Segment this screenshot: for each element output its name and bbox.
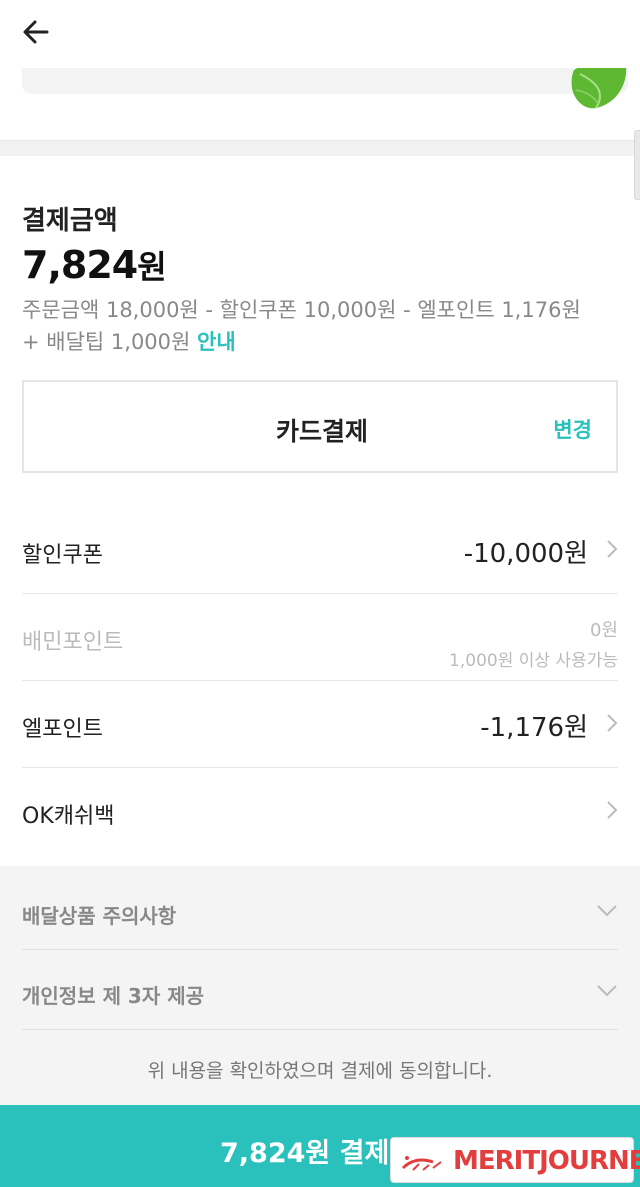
back-button[interactable]: [18, 14, 54, 50]
scrollbar[interactable]: [634, 130, 640, 200]
chevron-right-icon: [607, 714, 618, 732]
top-bar: [0, 0, 640, 68]
row-label: 할인쿠폰: [22, 543, 103, 568]
notice-delivery-caution[interactable]: 배달상품 주의사항: [22, 870, 618, 950]
notice-privacy-third-party[interactable]: 개인정보 제 3자 제공: [22, 950, 618, 1030]
row-label: OK캐쉬백: [22, 804, 115, 829]
section-divider: [0, 140, 640, 156]
payment-amount: 7,824원: [22, 242, 167, 288]
change-method-button[interactable]: 변경: [553, 414, 592, 444]
agreement-text: 위 내용을 확인하였으며 결제에 동의합니다.: [147, 1060, 493, 1082]
notice-label: 배달상품 주의사항: [22, 904, 177, 928]
chevron-right-icon: [607, 801, 618, 819]
payment-amount-value: 7,824: [22, 243, 138, 287]
notice-label: 개인정보 제 3자 제공: [22, 984, 205, 1008]
row-baemin-point: 배민포인트 0원 1,000원 이상 사용가능: [22, 594, 618, 681]
watermark: MERITJOURNEY: [390, 1137, 640, 1183]
payment-amount-title: 결제금액: [22, 206, 118, 236]
chevron-down-icon: [597, 905, 617, 917]
chevron-down-icon: [597, 985, 617, 997]
payment-breakdown-text: 주문금액 18,000원 - 할인쿠폰 10,000원 - 엘포인트 1,176…: [22, 298, 581, 354]
notices-section: 배달상품 주의사항 개인정보 제 3자 제공 위 내용을 확인하였으며 결제에 …: [0, 866, 640, 1106]
row-label: 엘포인트: [22, 717, 103, 742]
payment-breakdown: 주문금액 18,000원 - 할인쿠폰 10,000원 - 엘포인트 1,176…: [22, 294, 602, 358]
row-value: 0원: [589, 620, 618, 641]
arrow-left-icon: [23, 20, 49, 44]
row-value: -10,000원: [463, 539, 588, 569]
row-label: 배민포인트: [22, 630, 124, 655]
row-note: 1,000원 이상 사용가능: [449, 651, 618, 671]
watermark-text: MERITJOURNEY: [453, 1146, 640, 1176]
payment-method-box[interactable]: 카드결제 변경: [22, 380, 618, 473]
payment-amount-unit: 원: [137, 248, 166, 286]
payment-method-label: 카드결제: [275, 417, 368, 446]
row-ok-cashbag[interactable]: OK캐쉬백: [22, 768, 618, 855]
row-discount-coupon[interactable]: 할인쿠폰 -10,000원: [22, 507, 618, 594]
guide-link[interactable]: 안내: [197, 330, 236, 354]
chevron-right-icon: [607, 540, 618, 558]
row-l-point[interactable]: 엘포인트 -1,176원: [22, 681, 618, 768]
watermark-logo-icon: [401, 1156, 442, 1171]
row-value: -1,176원: [480, 713, 588, 743]
